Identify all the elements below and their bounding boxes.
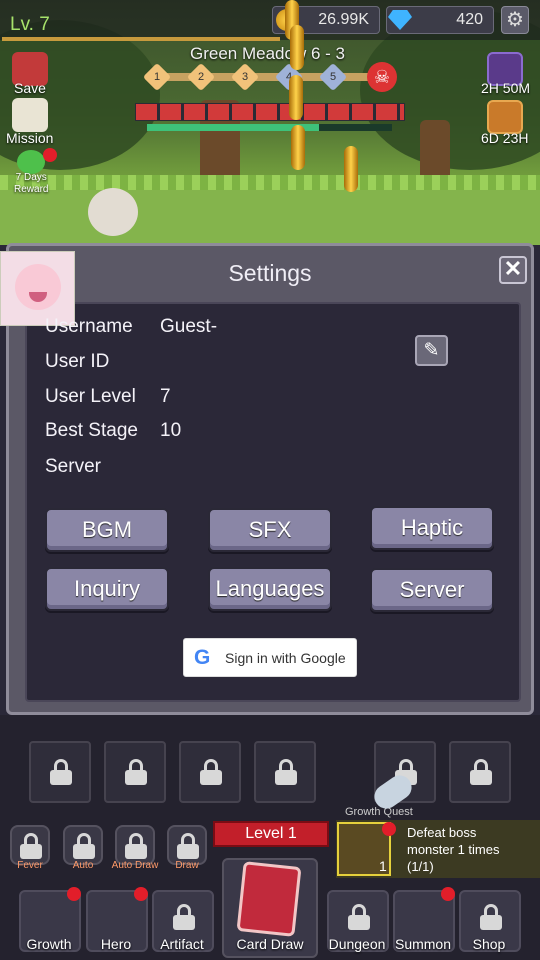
stage-node: 1 bbox=[142, 62, 172, 92]
locked-slot[interactable] bbox=[254, 741, 316, 803]
boss-skull-icon: ☠ bbox=[367, 62, 397, 92]
card-draw-icon bbox=[236, 861, 302, 937]
locked-slot[interactable] bbox=[179, 741, 241, 803]
nav-card-draw-label: Card Draw bbox=[236, 936, 304, 952]
event-timer: 6D 23H bbox=[481, 130, 529, 146]
notification-dot bbox=[441, 887, 455, 901]
user-level-label: User Level bbox=[45, 386, 136, 407]
nav-artifact-label: Artifact bbox=[160, 936, 204, 952]
gold-amount: 26.99K bbox=[318, 11, 369, 28]
lock-icon bbox=[275, 759, 297, 785]
inquiry-button[interactable]: Inquiry bbox=[45, 567, 169, 611]
level-banner: Level 1 bbox=[213, 821, 329, 847]
gear-icon[interactable]: ⚙ bbox=[501, 6, 529, 34]
gem-amount: 420 bbox=[456, 11, 483, 28]
quest-line: Defeat boss bbox=[407, 825, 477, 840]
wave-progress-bar bbox=[147, 124, 392, 131]
event-portrait-icon[interactable] bbox=[487, 100, 523, 134]
server-label: Server bbox=[45, 456, 101, 477]
lock-icon bbox=[348, 904, 370, 930]
pencil-icon[interactable]: ✎ bbox=[415, 335, 448, 366]
hero-character bbox=[88, 188, 138, 236]
reward-line: 7 Days bbox=[15, 172, 47, 183]
event-timer: 2H 50M bbox=[481, 80, 531, 96]
notification-dot bbox=[382, 822, 396, 836]
lock-icon bbox=[177, 833, 199, 859]
lock-icon bbox=[20, 833, 42, 859]
username-label: Username bbox=[45, 316, 133, 337]
quest-count: 1 bbox=[379, 858, 387, 874]
locked-slot[interactable] bbox=[29, 741, 91, 803]
lock-icon bbox=[50, 759, 72, 785]
locked-slot[interactable] bbox=[104, 741, 166, 803]
auto-label: Auto bbox=[72, 860, 94, 871]
haptic-button[interactable]: Haptic bbox=[370, 506, 494, 550]
server-button[interactable]: Server bbox=[370, 568, 494, 612]
lock-icon bbox=[470, 759, 492, 785]
reward-line: Reward bbox=[14, 184, 49, 195]
user-id-label: User ID bbox=[45, 351, 110, 372]
falling-coin bbox=[291, 125, 305, 170]
google-signin-label: Sign in with Google bbox=[225, 650, 346, 666]
boss-hp-bar bbox=[135, 103, 405, 121]
scroll-icon[interactable] bbox=[12, 98, 48, 132]
auto-button[interactable] bbox=[63, 825, 103, 865]
stage-node: 2 bbox=[186, 62, 216, 92]
lock-icon bbox=[125, 759, 147, 785]
stage-node: 3 bbox=[230, 62, 260, 92]
nav-shop-label: Shop bbox=[472, 936, 506, 952]
mission-label[interactable]: Mission bbox=[6, 130, 53, 146]
dialog-title: Settings bbox=[228, 260, 312, 286]
falling-coin bbox=[290, 25, 304, 70]
draw-button[interactable] bbox=[167, 825, 207, 865]
lock-icon bbox=[125, 833, 147, 859]
quest-line: (1/1) bbox=[407, 859, 434, 874]
clover-icon[interactable] bbox=[17, 150, 45, 174]
lock-icon bbox=[73, 833, 95, 859]
user-level-value: 7 bbox=[160, 386, 171, 407]
google-signin-button[interactable]: G Sign in with Google bbox=[183, 638, 357, 677]
sfx-button[interactable]: SFX bbox=[208, 508, 332, 552]
ground bbox=[0, 190, 540, 245]
draw-label: Draw bbox=[175, 860, 199, 871]
bgm-button[interactable]: BGM bbox=[45, 508, 169, 552]
best-stage-label: Best Stage bbox=[45, 420, 138, 441]
fever-button[interactable] bbox=[10, 825, 50, 865]
best-stage-value: 10 bbox=[160, 420, 182, 441]
falling-coin bbox=[289, 75, 303, 120]
falling-coin bbox=[344, 146, 358, 192]
locked-slot[interactable] bbox=[449, 741, 511, 803]
lock-icon bbox=[200, 759, 222, 785]
close-icon[interactable]: ✕ bbox=[499, 256, 527, 284]
exp-bar bbox=[2, 37, 280, 41]
fever-label: Fever bbox=[17, 860, 43, 871]
stage-node: 5 bbox=[318, 62, 348, 92]
notification-dot bbox=[43, 148, 57, 162]
avatar-face bbox=[15, 264, 61, 310]
languages-button[interactable]: Languages bbox=[208, 567, 332, 611]
notification-dot bbox=[67, 887, 81, 901]
lock-icon bbox=[480, 904, 502, 930]
quest-description: Defeat boss monster 1 times (1/1) bbox=[407, 824, 499, 875]
google-logo-icon: G bbox=[194, 646, 211, 669]
username-value: Guest- bbox=[160, 316, 218, 337]
player-avatar bbox=[0, 251, 75, 326]
save-label[interactable]: Save bbox=[14, 80, 46, 96]
auto-draw-button[interactable] bbox=[115, 825, 155, 865]
quest-line: monster 1 times bbox=[407, 842, 500, 857]
quest-label: Growth Quest bbox=[345, 806, 413, 818]
auto-draw-label: Auto Draw bbox=[111, 860, 159, 871]
player-level: Lv. 7 bbox=[10, 14, 50, 35]
lock-icon bbox=[173, 904, 195, 930]
stage-progress-track bbox=[145, 73, 385, 81]
notification-dot bbox=[134, 887, 148, 901]
reward-label[interactable]: 7 Days Reward bbox=[14, 172, 48, 196]
stage-name: Green Meadow 6 - 3 bbox=[190, 44, 345, 63]
